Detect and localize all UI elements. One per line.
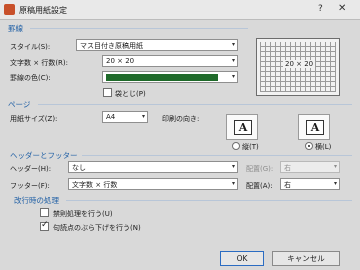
style-dropdown[interactable]: マス目付き原稿用紙 ▾ <box>76 39 238 51</box>
header-align-label: 配置(G): <box>246 165 274 173</box>
header-footer-section-title: ヘッダーとフッター <box>10 151 78 160</box>
chars-lines-label: 文字数 × 行数(R): <box>10 59 68 67</box>
footer-align-label: 配置(A): <box>246 182 273 190</box>
window-title: 原稿用紙設定 <box>19 6 67 15</box>
burasage-checkbox[interactable]: ✓ <box>40 220 49 231</box>
footer-align-value: 右 <box>284 181 291 189</box>
footer-label: フッター(F): <box>10 182 50 190</box>
chars-lines-value: 20 × 20 <box>106 57 135 65</box>
preview-label: 20 × 20 <box>283 60 316 68</box>
landscape-icon: A <box>306 120 324 135</box>
line-color-label: 罫線の色(C): <box>10 74 51 82</box>
cancel-button[interactable]: キャンセル <box>272 251 340 266</box>
ok-button[interactable]: OK <box>220 251 264 266</box>
chevron-down-icon: ▾ <box>231 163 235 170</box>
paper-size-dropdown[interactable]: A4 ▾ <box>102 111 148 123</box>
color-swatch <box>106 74 218 81</box>
landscape-label: 横(L) <box>315 143 332 151</box>
app-icon <box>4 4 15 15</box>
header-footer-divider <box>82 155 352 156</box>
grid-section-divider <box>30 28 248 29</box>
portrait-radio[interactable] <box>232 142 240 150</box>
style-label: スタイル(S): <box>10 43 51 51</box>
footer-align-dropdown[interactable]: 右 ▾ <box>280 178 340 190</box>
paper-size-label: 用紙サイズ(Z): <box>10 115 58 123</box>
burasage-label: 句読点のぶら下げを行う(N) <box>53 224 141 232</box>
chevron-down-icon: ▾ <box>333 180 337 187</box>
close-button[interactable]: ✕ <box>338 3 346 14</box>
header-label: ヘッダー(H): <box>10 165 52 173</box>
header-value: なし <box>72 164 86 172</box>
fold-checkbox[interactable] <box>103 88 112 97</box>
footer-dropdown[interactable]: 文字数 × 行数 ▾ <box>68 178 238 190</box>
header-dropdown[interactable]: なし ▾ <box>68 161 238 173</box>
check-icon: ✓ <box>41 220 49 230</box>
linebreak-divider <box>66 200 352 201</box>
line-color-dropdown[interactable]: ▾ <box>102 71 238 83</box>
chevron-down-icon: ▾ <box>231 180 235 187</box>
fold-label: 袋とじ(P) <box>115 90 146 98</box>
help-button[interactable]: ? <box>318 4 323 14</box>
header-align-value: 右 <box>284 164 291 172</box>
page-section-divider <box>38 104 352 105</box>
linebreak-section-title: 改行時の処理 <box>14 196 59 205</box>
portrait-label: 縦(T) <box>242 143 259 151</box>
orientation-label: 印刷の向き: <box>162 115 200 123</box>
footer-value: 文字数 × 行数 <box>72 181 118 189</box>
style-value: マス目付き原稿用紙 <box>80 42 143 50</box>
kinsoku-label: 禁則処理を行う(U) <box>53 210 113 218</box>
paper-size-value: A4 <box>106 113 116 121</box>
chevron-down-icon: ▾ <box>141 113 145 120</box>
portrait-button[interactable]: A <box>226 114 258 140</box>
landscape-button[interactable]: A <box>298 114 330 140</box>
chevron-down-icon: ▾ <box>231 41 235 48</box>
kinsoku-checkbox[interactable] <box>40 208 49 217</box>
grid-section-title: 罫線 <box>8 24 23 33</box>
portrait-icon: A <box>234 120 252 135</box>
chevron-down-icon: ▾ <box>231 57 235 64</box>
header-align-dropdown[interactable]: 右 ▾ <box>280 161 340 173</box>
landscape-radio[interactable] <box>305 142 313 150</box>
page-section-title: ページ <box>8 100 31 109</box>
chevron-down-icon: ▾ <box>231 73 235 80</box>
grid-preview: 20 × 20 <box>256 38 340 96</box>
chars-lines-dropdown[interactable]: 20 × 20 ▾ <box>102 55 238 67</box>
title-bar: 原稿用紙設定 ? ✕ <box>0 0 360 20</box>
chevron-down-icon: ▾ <box>333 163 337 170</box>
